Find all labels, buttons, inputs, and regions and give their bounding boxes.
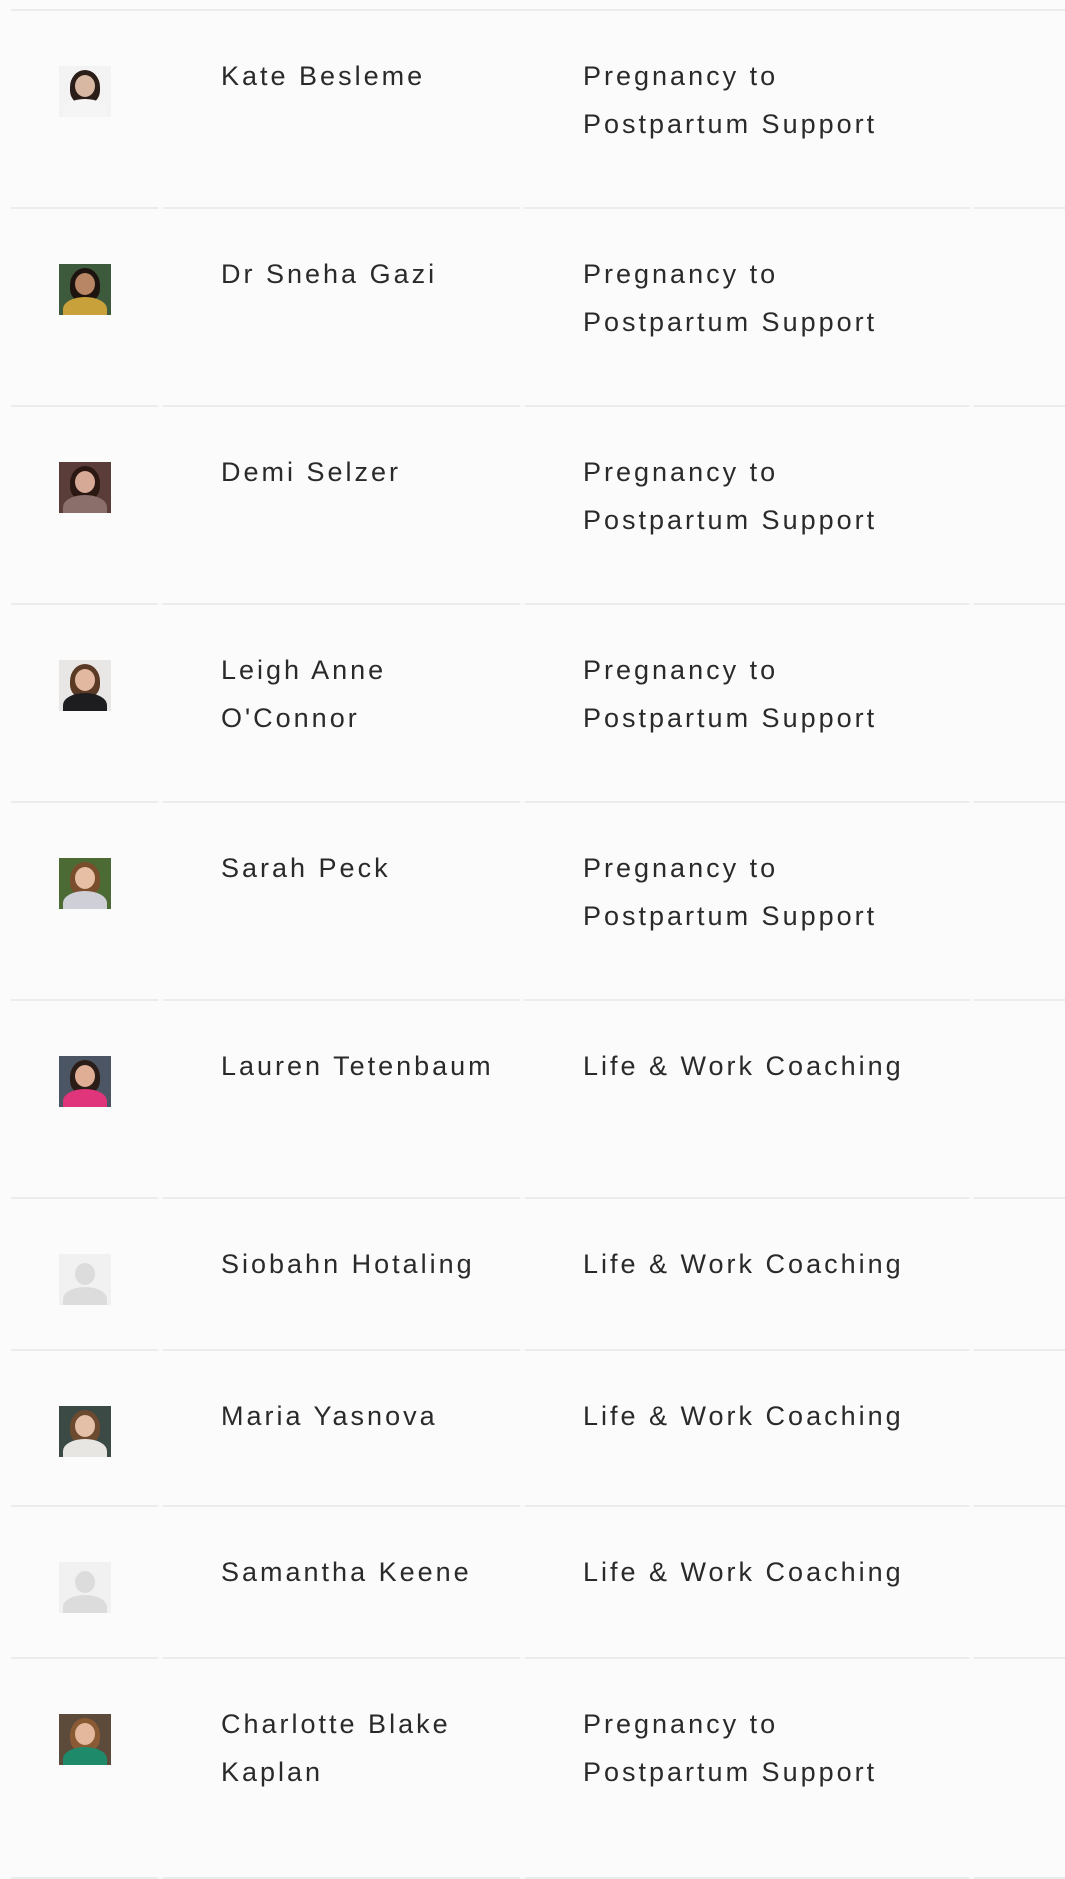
avatar[interactable] xyxy=(59,660,111,711)
photo-cell xyxy=(11,209,163,407)
provider-name[interactable]: Demi Selzer xyxy=(163,448,521,496)
table-row[interactable]: Charlotte Blake Kaplan Pregnancy to Postp… xyxy=(11,1659,1065,1879)
name-cell: Charlotte Blake Kaplan xyxy=(163,1659,525,1879)
name-cell: Demi Selzer xyxy=(163,407,525,605)
name-cell: Lauren Tetenbaum xyxy=(163,1001,525,1199)
specialty-cell: Life & Work Coaching xyxy=(525,1199,974,1351)
table-row[interactable]: Lauren Tetenbaum Life & Work Coaching xyxy=(11,1001,1065,1199)
provider-specialty: Pregnancy to Postpartum Support xyxy=(583,259,878,337)
photo-cell xyxy=(11,1001,163,1199)
providers-table: Kate Besleme Pregnancy to Postpartum Supp… xyxy=(11,9,1065,1879)
avatar[interactable] xyxy=(59,858,111,909)
provider-name[interactable]: Leigh Anne O'Connor xyxy=(163,646,521,742)
specialty-cell: Life & Work Coaching xyxy=(525,1001,974,1199)
provider-specialty: Pregnancy to Postpartum Support xyxy=(583,853,878,931)
specialty-cell: Pregnancy to Postpartum Support xyxy=(525,407,974,605)
extra-cell xyxy=(974,11,1065,209)
name-cell: Leigh Anne O'Connor xyxy=(163,605,525,803)
photo-cell xyxy=(11,1659,163,1879)
name-cell: Maria Yasnova xyxy=(163,1351,525,1507)
photo-cell xyxy=(11,1507,163,1659)
specialty-cell: Pregnancy to Postpartum Support xyxy=(525,11,974,209)
specialty-cell: Pregnancy to Postpartum Support xyxy=(525,803,974,1001)
extra-cell xyxy=(974,1001,1065,1199)
provider-name[interactable]: Siobahn Hotaling xyxy=(163,1240,521,1288)
photo-cell xyxy=(11,1199,163,1351)
provider-name[interactable]: Lauren Tetenbaum xyxy=(163,1042,521,1090)
table-row[interactable]: Demi Selzer Pregnancy to Postpartum Suppo… xyxy=(11,407,1065,605)
specialty-cell: Life & Work Coaching xyxy=(525,1351,974,1507)
photo-cell xyxy=(11,605,163,803)
avatar[interactable] xyxy=(59,66,111,117)
photo-cell xyxy=(11,11,163,209)
photo-cell xyxy=(11,803,163,1001)
provider-name[interactable]: Charlotte Blake Kaplan xyxy=(163,1700,521,1796)
provider-name[interactable]: Dr Sneha Gazi xyxy=(163,250,521,298)
specialty-cell: Pregnancy to Postpartum Support xyxy=(525,605,974,803)
name-cell: Kate Besleme xyxy=(163,11,525,209)
table-row[interactable]: Maria Yasnova Life & Work Coaching xyxy=(11,1351,1065,1507)
photo-cell xyxy=(11,407,163,605)
provider-name[interactable]: Maria Yasnova xyxy=(163,1392,521,1440)
extra-cell xyxy=(974,1507,1065,1659)
name-cell: Siobahn Hotaling xyxy=(163,1199,525,1351)
avatar[interactable] xyxy=(59,1406,111,1457)
placeholder-avatar-icon[interactable] xyxy=(59,1254,111,1305)
photo-cell xyxy=(11,1351,163,1507)
table-row[interactable]: Leigh Anne O'Connor Pregnancy to Postpart… xyxy=(11,605,1065,803)
table-row[interactable]: Kate Besleme Pregnancy to Postpartum Supp… xyxy=(11,9,1065,209)
provider-name[interactable]: Kate Besleme xyxy=(163,52,521,100)
provider-specialty: Life & Work Coaching xyxy=(583,1401,904,1431)
avatar[interactable] xyxy=(59,1056,111,1107)
extra-cell xyxy=(974,1351,1065,1507)
specialty-cell: Pregnancy to Postpartum Support xyxy=(525,1659,974,1879)
name-cell: Sarah Peck xyxy=(163,803,525,1001)
table-row[interactable]: Sarah Peck Pregnancy to Postpartum Suppor… xyxy=(11,803,1065,1001)
provider-specialty: Pregnancy to Postpartum Support xyxy=(583,655,878,733)
extra-cell xyxy=(974,605,1065,803)
provider-specialty: Pregnancy to Postpartum Support xyxy=(583,1709,878,1787)
provider-specialty: Life & Work Coaching xyxy=(583,1249,904,1279)
table-row[interactable]: Dr Sneha Gazi Pregnancy to Postpartum Sup… xyxy=(11,209,1065,407)
name-cell: Dr Sneha Gazi xyxy=(163,209,525,407)
extra-cell xyxy=(974,209,1065,407)
avatar[interactable] xyxy=(59,462,111,513)
specialty-cell: Life & Work Coaching xyxy=(525,1507,974,1659)
table-row[interactable]: Samantha Keene Life & Work Coaching xyxy=(11,1507,1065,1659)
extra-cell xyxy=(974,407,1065,605)
extra-cell xyxy=(974,803,1065,1001)
provider-name[interactable]: Sarah Peck xyxy=(163,844,521,892)
provider-specialty: Pregnancy to Postpartum Support xyxy=(583,61,878,139)
provider-specialty: Life & Work Coaching xyxy=(583,1557,904,1587)
specialty-cell: Pregnancy to Postpartum Support xyxy=(525,209,974,407)
placeholder-avatar-icon[interactable] xyxy=(59,1562,111,1613)
table-row[interactable]: Siobahn Hotaling Life & Work Coaching xyxy=(11,1199,1065,1351)
extra-cell xyxy=(974,1659,1065,1879)
avatar[interactable] xyxy=(59,264,111,315)
name-cell: Samantha Keene xyxy=(163,1507,525,1659)
provider-name[interactable]: Samantha Keene xyxy=(163,1548,521,1596)
extra-cell xyxy=(974,1199,1065,1351)
provider-specialty: Pregnancy to Postpartum Support xyxy=(583,457,878,535)
avatar[interactable] xyxy=(59,1714,111,1765)
provider-specialty: Life & Work Coaching xyxy=(583,1051,904,1081)
